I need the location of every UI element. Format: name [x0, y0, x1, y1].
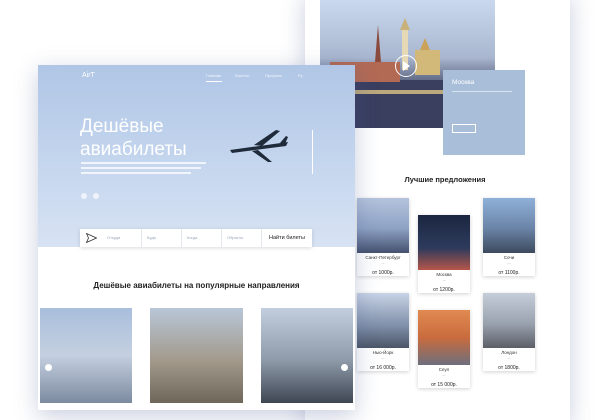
deal-price: от 1100р. — [498, 270, 520, 276]
moscow-info-card: Москва — [443, 70, 525, 155]
deal-desc: — — [381, 261, 385, 265]
scroll-indicator — [312, 130, 313, 174]
moscow-card-title: Москва — [452, 79, 475, 86]
deal-price: от 15 000р. — [431, 382, 457, 388]
best-offers-title: Лучшие предложения — [404, 175, 486, 184]
deal-image — [418, 310, 470, 365]
deal-image — [357, 198, 409, 253]
depart-date-field[interactable]: Когда — [182, 229, 222, 247]
return-date-field[interactable]: Обратно — [222, 229, 262, 247]
deal-desc: — — [442, 373, 446, 377]
social-icon[interactable] — [81, 193, 87, 199]
deal-image — [357, 293, 409, 348]
deal-price: от 1200р. — [433, 287, 455, 293]
find-tickets-button[interactable]: Найти билеты — [262, 229, 312, 247]
deal-city: Сеул — [438, 367, 450, 372]
deal-card-london[interactable]: Лондон — от 1800р. — [483, 293, 535, 371]
paper-plane-icon — [86, 233, 97, 243]
deal-price: от 1000р. — [372, 270, 394, 276]
deal-price: от 1800р. — [498, 365, 520, 371]
deal-image — [483, 293, 535, 348]
deal-desc: — — [381, 356, 385, 360]
deal-city: Нью-Йорк — [372, 350, 394, 355]
deal-city: Лондон — [501, 350, 517, 355]
hero-subtext-line — [81, 172, 191, 174]
from-field[interactable]: Откуда — [102, 229, 142, 247]
play-video-button[interactable] — [395, 55, 417, 77]
to-field[interactable]: Куда — [142, 229, 182, 247]
card-divider — [452, 91, 512, 92]
popular-destinations-title: Дешёвые авиабилеты на популярные направл… — [93, 281, 300, 290]
airplane-icon — [230, 130, 288, 162]
deal-city: Сочи — [503, 255, 515, 260]
destination-card[interactable] — [261, 308, 353, 403]
nav-profile[interactable]: Профиль — [265, 73, 282, 78]
carousel-prev-button[interactable] — [45, 364, 52, 371]
deal-desc: — — [507, 356, 511, 360]
nav-tickets[interactable]: Билеты — [235, 73, 249, 78]
destination-card[interactable] — [40, 308, 132, 403]
nav-language[interactable]: Ру — [298, 73, 303, 78]
deal-desc: — — [442, 278, 446, 282]
nav-active-underline — [206, 81, 222, 82]
deal-card-sochi[interactable]: Сочи — от 1100р. — [483, 198, 535, 276]
deal-image — [418, 215, 470, 270]
nav-home[interactable]: Главная — [206, 73, 221, 78]
deal-image — [483, 198, 535, 253]
deal-card-spb[interactable]: Санкт-Петербург — от 1000р. — [357, 198, 409, 276]
destination-card[interactable] — [150, 308, 243, 403]
deal-price: от 16 000р. — [370, 365, 396, 371]
card-more-button[interactable] — [452, 124, 476, 133]
deal-city: Москва — [436, 272, 452, 277]
deal-desc: — — [507, 261, 511, 265]
deal-city: Санкт-Петербург — [365, 255, 401, 260]
carousel-next-button[interactable] — [341, 364, 348, 371]
deal-card-newyork[interactable]: Нью-Йорк — от 16 000р. — [357, 293, 409, 371]
deal-card-seoul[interactable]: Сеул — от 15 000р. — [418, 310, 470, 388]
hero-subtext-line — [81, 167, 201, 169]
logo[interactable]: AirT — [82, 72, 95, 79]
hero-headline: Дешёвые авиабилеты — [80, 116, 187, 160]
deal-card-moscow[interactable]: Москва — от 1200р. — [418, 215, 470, 293]
hero-subtext-line — [81, 162, 206, 164]
social-icon[interactable] — [93, 193, 99, 199]
